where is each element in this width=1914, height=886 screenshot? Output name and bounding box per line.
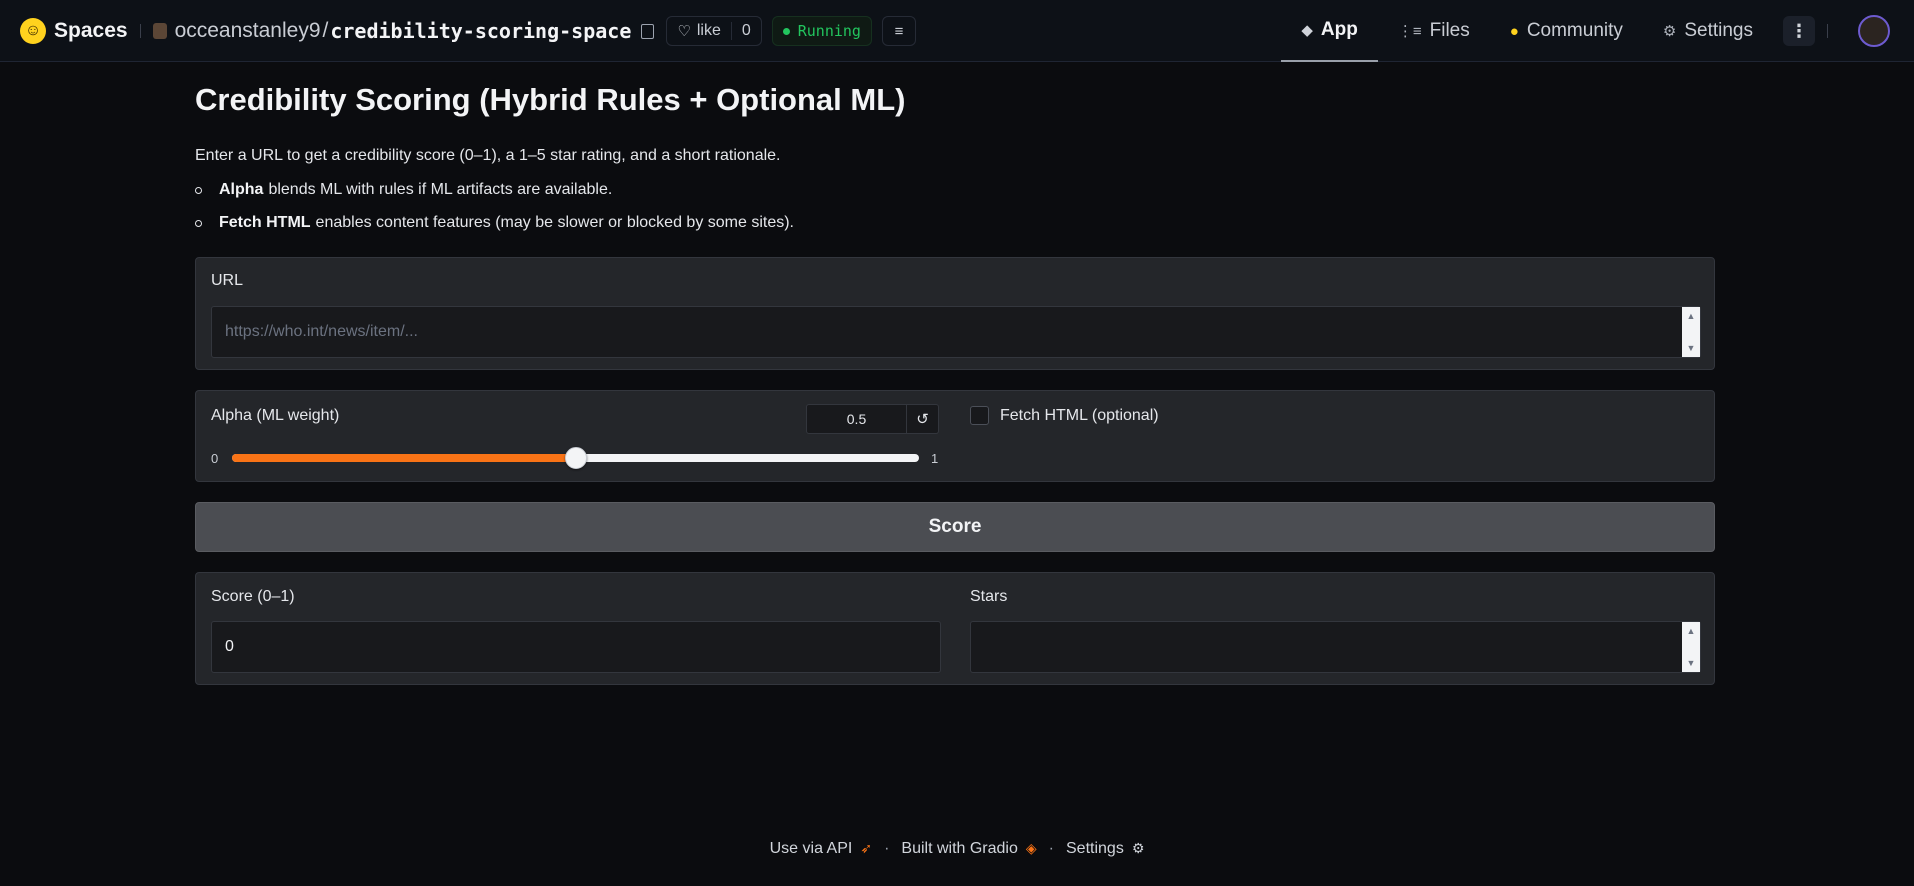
url-placeholder: https://who.int/news/item/... [225,323,418,340]
divider [139,24,141,38]
url-label: URL [211,272,244,289]
more-options-button[interactable]: ⋮ [1783,16,1815,46]
alpha-number-input[interactable]: 0.5 [806,404,907,434]
copy-icon[interactable] [641,23,655,39]
alpha-block: Alpha (ML weight) 0.5 ↺ 0 1 Fetch HTML (… [195,390,1715,482]
use-via-api-link[interactable]: Use via API ➶ [770,840,872,858]
reset-icon: ↺ [916,411,929,428]
cube-icon: ◆ [1301,22,1313,39]
url-input[interactable]: https://who.int/news/item/... ▲ ▼ [211,306,1701,358]
bullet-bold: Alpha [219,181,264,198]
rocket-icon: ➶ [860,840,873,856]
bullet-icon [195,219,202,227]
stars-label: Stars [970,588,1008,605]
url-block: URL https://who.int/news/item/... ▲ ▼ [195,257,1715,370]
use-via-api-label: Use via API [769,840,853,857]
score-label: Score (0–1) [211,588,295,605]
breadcrumb-separator: / [322,19,329,42]
files-icon: ⋮≡ [1397,23,1422,40]
tab-community[interactable]: ● Community [1490,0,1643,62]
score-button[interactable]: Score [195,502,1715,552]
alpha-min-label: 0 [211,451,219,466]
footer: Use via API ➶ · Built with Gradio ◈ · Sett… [0,840,1914,858]
url-scrollbar[interactable]: ▲ ▼ [1682,307,1700,357]
list-item: Alpha blends ML with rules if ML artifac… [195,181,612,199]
tab-community-label: Community [1526,20,1623,41]
user-avatar[interactable] [1858,15,1890,47]
space-tabs: ◆ App ⋮≡ Files ● Community ⚙ Settings ⋮ [1281,0,1890,62]
tab-settings[interactable]: ⚙ Settings [1643,0,1773,62]
scroll-down-icon[interactable]: ▼ [1687,343,1696,353]
status-badge: Running [771,16,872,46]
kebab-icon: ⋮ [1790,20,1808,41]
tab-app-label: App [1320,19,1358,40]
top-navigation-bar: ☺ Spaces occeanstanley9 / credibility-sc… [0,0,1914,62]
alpha-slider-handle[interactable] [564,447,587,469]
alpha-max-label: 1 [931,451,939,466]
gradio-logo-icon: ◈ [1025,840,1037,856]
community-icon: ● [1509,22,1519,40]
bullet-text: blends ML with rules if ML artifacts are… [268,181,613,198]
scroll-down-icon[interactable]: ▼ [1687,658,1696,668]
hugging-face-logo-icon[interactable]: ☺ [20,18,46,44]
intro-text: Enter a URL to get a credibility score (… [195,147,781,164]
bullet-icon [195,186,202,194]
owner-link[interactable]: occeanstanley9 [175,19,321,43]
status-text: Running [797,22,861,40]
outputs-block: Score (0–1) 0 Stars ▲ ▼ [195,572,1715,685]
gear-icon: ⚙ [1131,840,1145,856]
tab-settings-label: Settings [1684,20,1753,41]
bullet-text: enables content features (may be slower … [315,214,794,231]
tab-files[interactable]: ⋮≡ Files [1378,0,1490,62]
heart-icon: ♡ [677,23,691,40]
status-dot-icon [782,27,790,35]
score-output[interactable]: 0 [211,621,941,673]
gear-icon: ⚙ [1662,23,1677,40]
fetch-html-label[interactable]: Fetch HTML (optional) [1000,407,1159,425]
logs-button[interactable]: ≡ [881,16,916,46]
alpha-slider-fill [232,454,576,462]
divider [1827,24,1828,38]
list-item: Fetch HTML enables content features (may… [195,214,794,232]
space-name-link[interactable]: credibility-scoring-space [330,19,631,43]
page-title: Credibility Scoring (Hybrid Rules + Opti… [195,82,906,117]
like-label: like [696,22,721,39]
like-button[interactable]: ♡ like 0 [666,16,762,46]
footer-separator: · [884,840,890,857]
footer-separator: · [1048,840,1054,857]
footer-settings-link[interactable]: Settings ⚙ [1066,840,1144,858]
space-breadcrumb: ☺ Spaces occeanstanley9 / credibility-sc… [20,0,916,62]
footer-settings-label: Settings [1066,840,1124,857]
alpha-label: Alpha (ML weight) [211,407,340,424]
like-count: 0 [730,22,751,40]
spaces-brand-link[interactable]: Spaces [54,19,128,43]
tab-files-label: Files [1429,20,1470,41]
scroll-up-icon[interactable]: ▲ [1687,626,1696,636]
list-icon: ≡ [894,22,904,40]
fetch-html-checkbox[interactable] [970,406,989,425]
alpha-reset-button[interactable]: ↺ [907,404,939,434]
built-with-gradio-link[interactable]: Built with Gradio ◈ [901,840,1036,858]
stars-output[interactable]: ▲ ▼ [970,621,1701,673]
score-value: 0 [225,638,234,655]
bullet-bold: Fetch HTML [219,214,311,231]
built-with-gradio-label: Built with Gradio [901,840,1018,857]
tab-app[interactable]: ◆ App [1281,0,1378,62]
scroll-up-icon[interactable]: ▲ [1687,311,1696,321]
stars-scrollbar[interactable]: ▲ ▼ [1682,622,1700,672]
owner-avatar [152,23,167,39]
